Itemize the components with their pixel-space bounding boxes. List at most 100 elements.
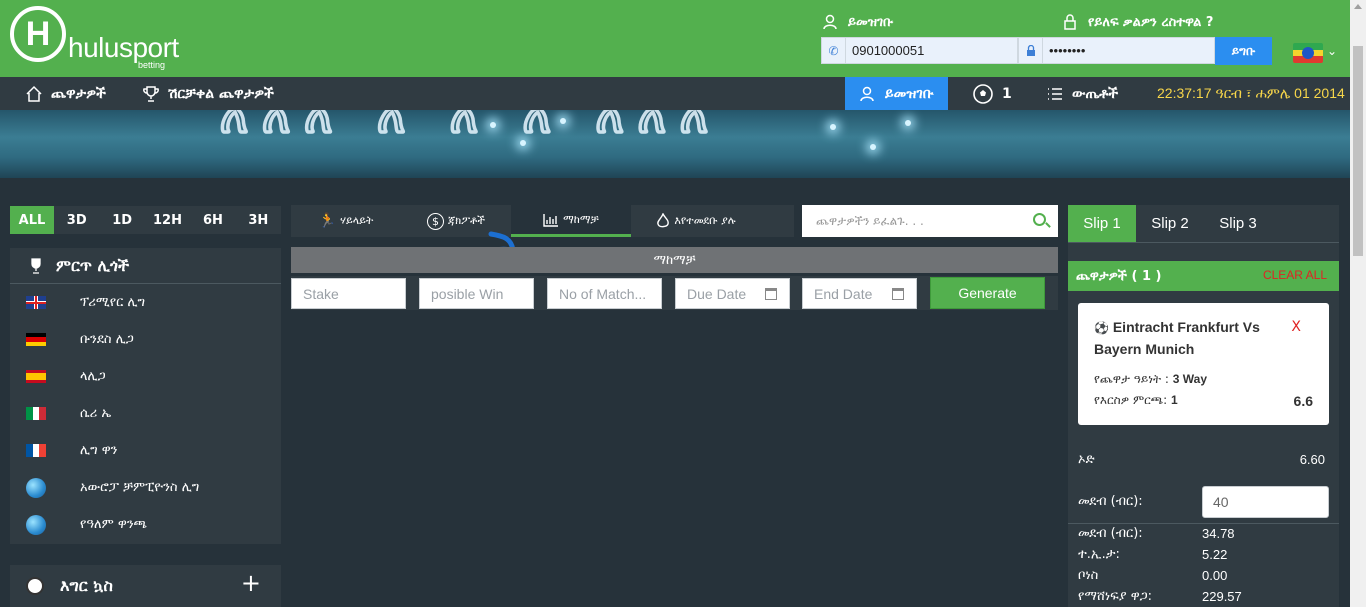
league-item[interactable]: የዓለም ዋንጫ	[10, 506, 281, 543]
league-item[interactable]: ሴሪ ኤ	[10, 395, 281, 432]
nav-betslip-count[interactable]: 1	[972, 77, 1012, 110]
germany-flag-icon	[26, 333, 46, 346]
league-label: ፕሪሚየር ሊግ	[80, 295, 146, 310]
bet-type-label: የጨዋታ ዓይነት :	[1094, 372, 1169, 386]
remove-bet-button[interactable]: X	[1291, 319, 1301, 335]
chart-icon	[543, 213, 559, 227]
league-item[interactable]: ቡንደስ ሊጋ	[10, 321, 281, 358]
league-item[interactable]: አውሮፓ ቻምፒዮንስ ሊግ	[10, 469, 281, 506]
lock-icon	[1019, 38, 1043, 63]
bet-match-name: Eintracht Frankfurt Vs Bayern Munich	[1094, 319, 1260, 357]
slip-games-count: ጨዋታዎች ( 1 )	[1076, 268, 1162, 284]
tab-live[interactable]: እየተመደቡ ያሉ	[631, 205, 761, 237]
betslip-panel: Slip 1 Slip 2 Slip 3 ጨዋታዎች ( 1 ) CLEAR A…	[1068, 205, 1339, 607]
nav-register-label: ይመዝገቡ	[885, 85, 934, 102]
top-leagues-header: ምርጥ ሊጎች	[10, 248, 281, 284]
italy-flag-icon	[26, 407, 46, 420]
user-icon	[823, 14, 837, 30]
time-filter-3d[interactable]: 3D	[54, 206, 99, 234]
login-button[interactable]: ይግቡ	[1215, 37, 1272, 65]
runner-icon: 🏃	[318, 213, 337, 229]
globe-icon	[26, 477, 46, 498]
soccer-ball-icon	[973, 83, 993, 104]
league-item[interactable]: ሊግ ዋን	[10, 432, 281, 469]
flame-icon	[657, 213, 670, 228]
clear-all-button[interactable]: CLEAR ALL	[1263, 268, 1327, 282]
page-scrollbar[interactable]	[1350, 0, 1366, 607]
sport-football[interactable]: እግር ኳስ +	[10, 565, 281, 607]
nav-results[interactable]: ውጤቶች	[1046, 77, 1118, 110]
possible-win-placeholder: posible Win	[431, 285, 504, 302]
time-filter-12h[interactable]: 12H	[145, 206, 190, 234]
search-icon[interactable]	[1033, 213, 1046, 226]
stake-label: መደብ (ብር):	[1078, 494, 1143, 509]
nav-top-games[interactable]: ሽርቻቀል ጨዋታዎች	[142, 77, 274, 110]
calendar-icon[interactable]	[892, 288, 904, 300]
time-filter-all[interactable]: ALL	[10, 206, 54, 234]
tab-slip-1[interactable]: Slip 1	[1068, 205, 1136, 242]
tab-live-label: እየተመደቡ ያሉ	[674, 214, 736, 227]
league-label: የዓለም ዋንጫ	[80, 517, 148, 532]
forgot-password-label: የይለፍ ቃልዎን ረስተዋል ?	[1088, 14, 1214, 30]
league-label: ሊግ ዋን	[80, 443, 118, 458]
phone-value: 0901000051	[852, 43, 925, 58]
password-value: ••••••••	[1049, 43, 1086, 58]
league-item[interactable]: ላሊጋ	[10, 358, 281, 395]
logo-subtitle: betting	[138, 60, 166, 70]
net-stake-label: መደብ (ብር):	[1078, 526, 1143, 541]
calendar-icon[interactable]	[765, 288, 777, 300]
due-date-input[interactable]: Due Date	[675, 278, 790, 309]
header-bar: H hulusport betting ይመዝገቡ የይለፍ ቃልዎን ረስተዋ…	[0, 0, 1350, 77]
tab-highlights[interactable]: 🏃 ሃይላይት	[291, 205, 401, 237]
tab-storage[interactable]: ማከማቻ	[511, 205, 631, 237]
register-link[interactable]: ይመዝገቡ	[822, 14, 893, 30]
time-filter-6h[interactable]: 6H	[190, 206, 235, 234]
logo[interactable]: H hulusport	[10, 6, 179, 62]
stake-input[interactable]: Stake	[291, 278, 406, 309]
chevron-down-icon[interactable]: ⌄	[1327, 44, 1337, 58]
nav-top-games-label: ሽርቻቀል ጨዋታዎች	[168, 85, 274, 102]
scrollbar-thumb[interactable]	[1353, 46, 1363, 256]
promo-banner[interactable]: ለለለ ለ ለ ለ ለለለ	[0, 110, 1350, 178]
sport-label: እግር ኳስ	[60, 576, 113, 595]
time-filter-1d[interactable]: 1D	[99, 206, 144, 234]
forgot-password-link[interactable]: የይለፍ ቃልዎን ረስተዋል ?	[1062, 14, 1213, 30]
league-item[interactable]: ፕሪሚየር ሊግ	[10, 284, 281, 321]
logo-mark: H	[10, 6, 66, 62]
expand-icon[interactable]: +	[241, 569, 261, 597]
generate-button[interactable]: Generate	[930, 277, 1045, 309]
possible-win-input[interactable]: posible Win	[419, 278, 534, 309]
globe-icon	[26, 514, 46, 535]
end-date-input[interactable]: End Date	[802, 278, 917, 309]
language-flag-icon[interactable]	[1293, 43, 1323, 63]
trophy-icon	[143, 85, 159, 102]
total-odd-label: ኦድ	[1078, 452, 1095, 467]
phone-field[interactable]: ✆ 0901000051	[821, 37, 1018, 64]
nav-games[interactable]: ጨዋታዎች	[25, 77, 106, 110]
scroll-up-icon[interactable]	[1354, 4, 1362, 9]
time-filter-bar: ALL 3D 1D 12H 6H 3H	[10, 206, 281, 234]
divider	[1068, 523, 1339, 524]
due-date-placeholder: Due Date	[687, 285, 747, 302]
nav-register[interactable]: ይመዝገቡ	[845, 77, 948, 110]
match-count-input[interactable]: No of Match...	[547, 278, 662, 309]
tab-slip-2[interactable]: Slip 2	[1136, 205, 1204, 242]
password-field[interactable]: ••••••••	[1018, 37, 1215, 64]
bonus-row: ቦነስ 0.00	[1068, 568, 1339, 583]
tab-highlights-label: ሃይላይት	[340, 214, 374, 227]
stake-amount-value: 40	[1213, 494, 1229, 510]
tax-value: 5.22	[1202, 547, 1228, 562]
time-filter-3h[interactable]: 3H	[236, 206, 281, 234]
clock-date: ዓርብ ፣ ሐምሌ 01 2014	[1215, 85, 1345, 101]
soccer-ball-icon: ⚽	[1094, 321, 1109, 335]
tab-slip-3[interactable]: Slip 3	[1204, 205, 1272, 242]
england-flag-icon	[26, 296, 46, 309]
register-label: ይመዝገቡ	[848, 14, 894, 30]
section-title: ማከማቻ	[653, 252, 696, 268]
stake-amount-input[interactable]: 40	[1202, 486, 1329, 518]
top-leagues-title: ምርጥ ሊጎች	[56, 255, 130, 275]
main-nav: ጨዋታዎች ሽርቻቀል ጨዋታዎች ይመዝገቡ 1 ውጤቶች 22:37:17 …	[0, 77, 1350, 110]
search-input[interactable]: ጨዋታዎችን ይፈልጉ. . .	[802, 205, 1058, 237]
total-odd-value: 6.60	[1299, 452, 1325, 467]
stake-placeholder: Stake	[303, 285, 339, 302]
